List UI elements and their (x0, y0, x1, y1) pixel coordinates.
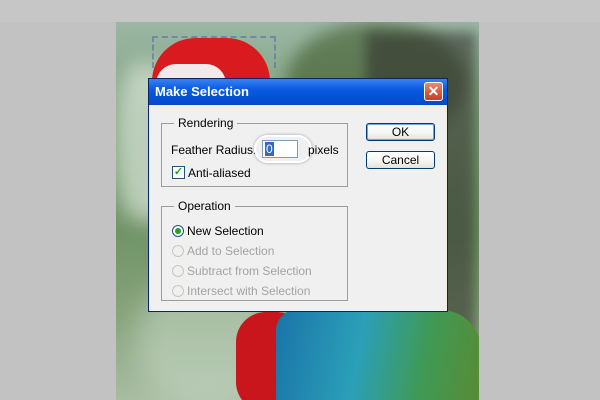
canvas-top-margin (0, 0, 600, 22)
subtract-from-selection-label: Subtract from Selection (187, 264, 312, 278)
new-selection-radio[interactable] (172, 225, 184, 237)
close-icon[interactable]: ✕ (424, 82, 443, 101)
check-icon[interactable]: ✓ (172, 166, 185, 179)
add-to-selection-label: Add to Selection (187, 244, 275, 258)
parrot-wing (276, 310, 479, 400)
dialog-titlebar[interactable]: Make Selection ✕ (149, 79, 447, 105)
intersect-with-selection-label: Intersect with Selection (187, 284, 311, 298)
selection-marquee (152, 36, 276, 68)
dialog-body: Rendering Feather Radius: 0 pixels ✓ Ant… (150, 105, 446, 311)
feather-radius-value: 0 (265, 142, 274, 156)
pixels-unit-label: pixels (308, 143, 339, 157)
intersect-with-selection-radio (172, 285, 184, 297)
add-to-selection-radio (172, 245, 184, 257)
ok-button[interactable]: OK (366, 123, 435, 141)
feather-radius-input[interactable]: 0 (262, 140, 298, 158)
rendering-legend: Rendering (174, 116, 238, 130)
feather-radius-label: Feather Radius: (171, 143, 257, 157)
cancel-button[interactable]: Cancel (366, 151, 435, 169)
operation-legend: Operation (174, 199, 235, 213)
new-selection-label[interactable]: New Selection (187, 224, 264, 238)
dialog-title: Make Selection (155, 84, 249, 99)
make-selection-dialog: Make Selection ✕ Rendering Feather Radiu… (148, 78, 448, 312)
subtract-from-selection-radio (172, 265, 184, 277)
anti-aliased-label[interactable]: Anti-aliased (188, 166, 251, 180)
